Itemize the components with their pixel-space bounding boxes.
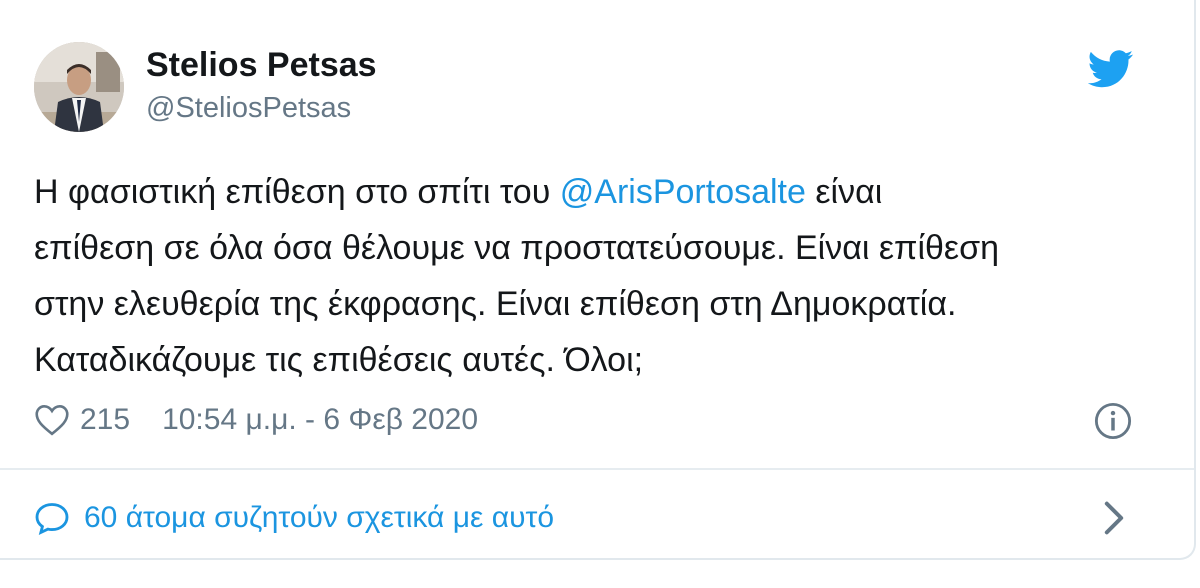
like-count[interactable]: 215	[80, 403, 130, 437]
author-handle[interactable]: @SteliosPetsas	[146, 92, 351, 125]
author-name[interactable]: Stelios Petsas	[146, 46, 377, 85]
tweet-text-segment: Η φασιστική επίθεση στο σπίτι του	[34, 173, 560, 211]
chevron-right-icon[interactable]	[1100, 500, 1128, 536]
tweet-text: Η φασιστική επίθεση στο σπίτι του @ArisP…	[34, 164, 1154, 388]
tweet-line-4: Καταδικάζουμε τις επιθέσεις αυτές. Όλοι;	[34, 341, 644, 379]
page-background	[0, 562, 1200, 588]
tweet-line-1: Η φασιστική επίθεση στο σπίτι του @ArisP…	[34, 164, 1154, 220]
conversation-label: 60 άτομα συζητούν σχετικά με αυτό	[84, 501, 555, 534]
heart-icon[interactable]	[34, 404, 70, 436]
speech-bubble-icon	[35, 503, 69, 535]
tweet-meta: 215 10:54 μ.μ. - 6 Φεβ 2020	[34, 400, 478, 440]
avatar-image	[34, 42, 124, 132]
twitter-bird-icon[interactable]	[1088, 50, 1134, 88]
info-icon[interactable]	[1094, 402, 1132, 440]
tweet-card: Stelios Petsas @SteliosPetsas Η φασιστικ…	[0, 0, 1196, 560]
tweet-text-segment: είναι	[805, 173, 883, 211]
tweet-line-3: στην ελευθερία της έκφρασης. Είναι επίθε…	[34, 285, 957, 323]
avatar[interactable]	[34, 42, 124, 132]
mention-link[interactable]: @ArisPortosalte	[560, 173, 806, 211]
tweet-timestamp[interactable]: 10:54 μ.μ. - 6 Φεβ 2020	[162, 403, 478, 437]
tweet-line-2: επίθεση σε όλα όσα θέλουμε να προστατεύσ…	[34, 229, 999, 267]
divider	[0, 468, 1194, 470]
conversation-link[interactable]: 60 άτομα συζητούν σχετικά με αυτό	[34, 496, 554, 540]
